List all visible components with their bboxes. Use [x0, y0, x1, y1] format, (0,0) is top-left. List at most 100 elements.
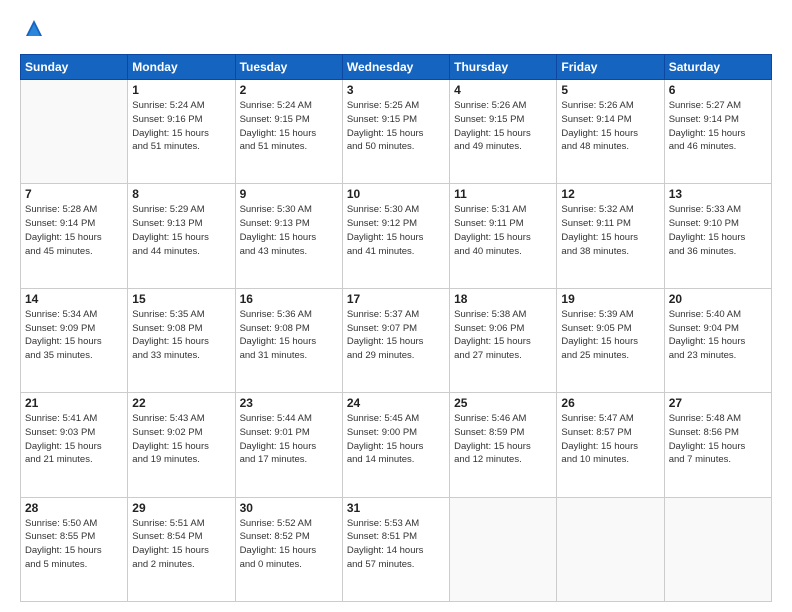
day-number: 1 [132, 83, 230, 97]
calendar: SundayMondayTuesdayWednesdayThursdayFrid… [20, 54, 772, 602]
day-number: 24 [347, 396, 445, 410]
day-info: Sunrise: 5:37 AM Sunset: 9:07 PM Dayligh… [347, 308, 445, 363]
calendar-cell: 31 Sunrise: 5:53 AM Sunset: 8:51 PM Dayli… [342, 497, 449, 601]
day-number: 31 [347, 501, 445, 515]
calendar-header-saturday: Saturday [664, 55, 771, 80]
day-info: Sunrise: 5:25 AM Sunset: 9:15 PM Dayligh… [347, 99, 445, 154]
calendar-cell: 6 Sunrise: 5:27 AM Sunset: 9:14 PM Daylig… [664, 80, 771, 184]
day-info: Sunrise: 5:50 AM Sunset: 8:55 PM Dayligh… [25, 517, 123, 572]
day-number: 20 [669, 292, 767, 306]
calendar-cell: 23 Sunrise: 5:44 AM Sunset: 9:01 PM Dayli… [235, 393, 342, 497]
day-number: 25 [454, 396, 552, 410]
day-info: Sunrise: 5:28 AM Sunset: 9:14 PM Dayligh… [25, 203, 123, 258]
calendar-cell: 21 Sunrise: 5:41 AM Sunset: 9:03 PM Dayli… [21, 393, 128, 497]
calendar-cell: 22 Sunrise: 5:43 AM Sunset: 9:02 PM Dayli… [128, 393, 235, 497]
calendar-cell: 24Sunrise: 5:45 AM Sunset: 9:00 PM Dayli… [342, 393, 449, 497]
calendar-cell: 11Sunrise: 5:31 AM Sunset: 9:11 PM Dayli… [450, 184, 557, 288]
day-info: Sunrise: 5:41 AM Sunset: 9:03 PM Dayligh… [25, 412, 123, 467]
calendar-cell: 2 Sunrise: 5:24 AM Sunset: 9:15 PM Daylig… [235, 80, 342, 184]
calendar-cell: 3 Sunrise: 5:25 AM Sunset: 9:15 PM Daylig… [342, 80, 449, 184]
day-number: 15 [132, 292, 230, 306]
calendar-cell [450, 497, 557, 601]
day-number: 22 [132, 396, 230, 410]
day-info: Sunrise: 5:34 AM Sunset: 9:09 PM Dayligh… [25, 308, 123, 363]
calendar-cell: 7 Sunrise: 5:28 AM Sunset: 9:14 PM Daylig… [21, 184, 128, 288]
day-number: 12 [561, 187, 659, 201]
day-info: Sunrise: 5:40 AM Sunset: 9:04 PM Dayligh… [669, 308, 767, 363]
day-info: Sunrise: 5:51 AM Sunset: 8:54 PM Dayligh… [132, 517, 230, 572]
day-number: 29 [132, 501, 230, 515]
day-info: Sunrise: 5:29 AM Sunset: 9:13 PM Dayligh… [132, 203, 230, 258]
day-info: Sunrise: 5:32 AM Sunset: 9:11 PM Dayligh… [561, 203, 659, 258]
calendar-header-thursday: Thursday [450, 55, 557, 80]
week-row-4: 21 Sunrise: 5:41 AM Sunset: 9:03 PM Dayli… [21, 393, 772, 497]
day-number: 7 [25, 187, 123, 201]
day-number: 5 [561, 83, 659, 97]
calendar-header-sunday: Sunday [21, 55, 128, 80]
calendar-header-row: SundayMondayTuesdayWednesdayThursdayFrid… [21, 55, 772, 80]
calendar-header-monday: Monday [128, 55, 235, 80]
day-info: Sunrise: 5:47 AM Sunset: 8:57 PM Dayligh… [561, 412, 659, 467]
day-info: Sunrise: 5:44 AM Sunset: 9:01 PM Dayligh… [240, 412, 338, 467]
day-info: Sunrise: 5:38 AM Sunset: 9:06 PM Dayligh… [454, 308, 552, 363]
day-info: Sunrise: 5:31 AM Sunset: 9:11 PM Dayligh… [454, 203, 552, 258]
day-number: 18 [454, 292, 552, 306]
day-info: Sunrise: 5:33 AM Sunset: 9:10 PM Dayligh… [669, 203, 767, 258]
day-number: 4 [454, 83, 552, 97]
week-row-3: 14 Sunrise: 5:34 AM Sunset: 9:09 PM Dayli… [21, 288, 772, 392]
day-number: 17 [347, 292, 445, 306]
logo-icon [20, 16, 48, 44]
logo [20, 16, 52, 44]
calendar-header-wednesday: Wednesday [342, 55, 449, 80]
day-info: Sunrise: 5:53 AM Sunset: 8:51 PM Dayligh… [347, 517, 445, 572]
day-info: Sunrise: 5:36 AM Sunset: 9:08 PM Dayligh… [240, 308, 338, 363]
day-info: Sunrise: 5:27 AM Sunset: 9:14 PM Dayligh… [669, 99, 767, 154]
calendar-cell: 28 Sunrise: 5:50 AM Sunset: 8:55 PM Dayli… [21, 497, 128, 601]
day-info: Sunrise: 5:35 AM Sunset: 9:08 PM Dayligh… [132, 308, 230, 363]
day-number: 26 [561, 396, 659, 410]
calendar-cell [21, 80, 128, 184]
calendar-cell: 18 Sunrise: 5:38 AM Sunset: 9:06 PM Dayli… [450, 288, 557, 392]
day-info: Sunrise: 5:24 AM Sunset: 9:16 PM Dayligh… [132, 99, 230, 154]
calendar-cell: 15 Sunrise: 5:35 AM Sunset: 9:08 PM Dayli… [128, 288, 235, 392]
calendar-cell: 1 Sunrise: 5:24 AM Sunset: 9:16 PM Daylig… [128, 80, 235, 184]
calendar-cell: 14 Sunrise: 5:34 AM Sunset: 9:09 PM Dayli… [21, 288, 128, 392]
day-number: 6 [669, 83, 767, 97]
day-info: Sunrise: 5:52 AM Sunset: 8:52 PM Dayligh… [240, 517, 338, 572]
calendar-cell: 4 Sunrise: 5:26 AM Sunset: 9:15 PM Daylig… [450, 80, 557, 184]
day-info: Sunrise: 5:24 AM Sunset: 9:15 PM Dayligh… [240, 99, 338, 154]
day-info: Sunrise: 5:30 AM Sunset: 9:13 PM Dayligh… [240, 203, 338, 258]
day-number: 3 [347, 83, 445, 97]
day-number: 16 [240, 292, 338, 306]
calendar-cell: 20 Sunrise: 5:40 AM Sunset: 9:04 PM Dayli… [664, 288, 771, 392]
calendar-cell: 29 Sunrise: 5:51 AM Sunset: 8:54 PM Dayli… [128, 497, 235, 601]
week-row-2: 7 Sunrise: 5:28 AM Sunset: 9:14 PM Daylig… [21, 184, 772, 288]
header [20, 16, 772, 44]
week-row-1: 1 Sunrise: 5:24 AM Sunset: 9:16 PM Daylig… [21, 80, 772, 184]
calendar-cell: 10Sunrise: 5:30 AM Sunset: 9:12 PM Dayli… [342, 184, 449, 288]
day-number: 14 [25, 292, 123, 306]
calendar-header-friday: Friday [557, 55, 664, 80]
day-number: 10 [347, 187, 445, 201]
day-number: 8 [132, 187, 230, 201]
day-number: 21 [25, 396, 123, 410]
calendar-cell: 12 Sunrise: 5:32 AM Sunset: 9:11 PM Dayli… [557, 184, 664, 288]
calendar-cell: 27Sunrise: 5:48 AM Sunset: 8:56 PM Dayli… [664, 393, 771, 497]
day-number: 23 [240, 396, 338, 410]
week-row-5: 28 Sunrise: 5:50 AM Sunset: 8:55 PM Dayli… [21, 497, 772, 601]
day-info: Sunrise: 5:26 AM Sunset: 9:14 PM Dayligh… [561, 99, 659, 154]
calendar-cell: 26 Sunrise: 5:47 AM Sunset: 8:57 PM Dayli… [557, 393, 664, 497]
day-number: 28 [25, 501, 123, 515]
calendar-cell: 13Sunrise: 5:33 AM Sunset: 9:10 PM Dayli… [664, 184, 771, 288]
day-info: Sunrise: 5:26 AM Sunset: 9:15 PM Dayligh… [454, 99, 552, 154]
calendar-cell: 30Sunrise: 5:52 AM Sunset: 8:52 PM Dayli… [235, 497, 342, 601]
day-info: Sunrise: 5:43 AM Sunset: 9:02 PM Dayligh… [132, 412, 230, 467]
page: SundayMondayTuesdayWednesdayThursdayFrid… [0, 0, 792, 612]
calendar-cell: 5 Sunrise: 5:26 AM Sunset: 9:14 PM Daylig… [557, 80, 664, 184]
day-number: 9 [240, 187, 338, 201]
calendar-header-tuesday: Tuesday [235, 55, 342, 80]
day-number: 27 [669, 396, 767, 410]
calendar-cell: 19Sunrise: 5:39 AM Sunset: 9:05 PM Dayli… [557, 288, 664, 392]
calendar-cell: 9 Sunrise: 5:30 AM Sunset: 9:13 PM Daylig… [235, 184, 342, 288]
day-number: 2 [240, 83, 338, 97]
